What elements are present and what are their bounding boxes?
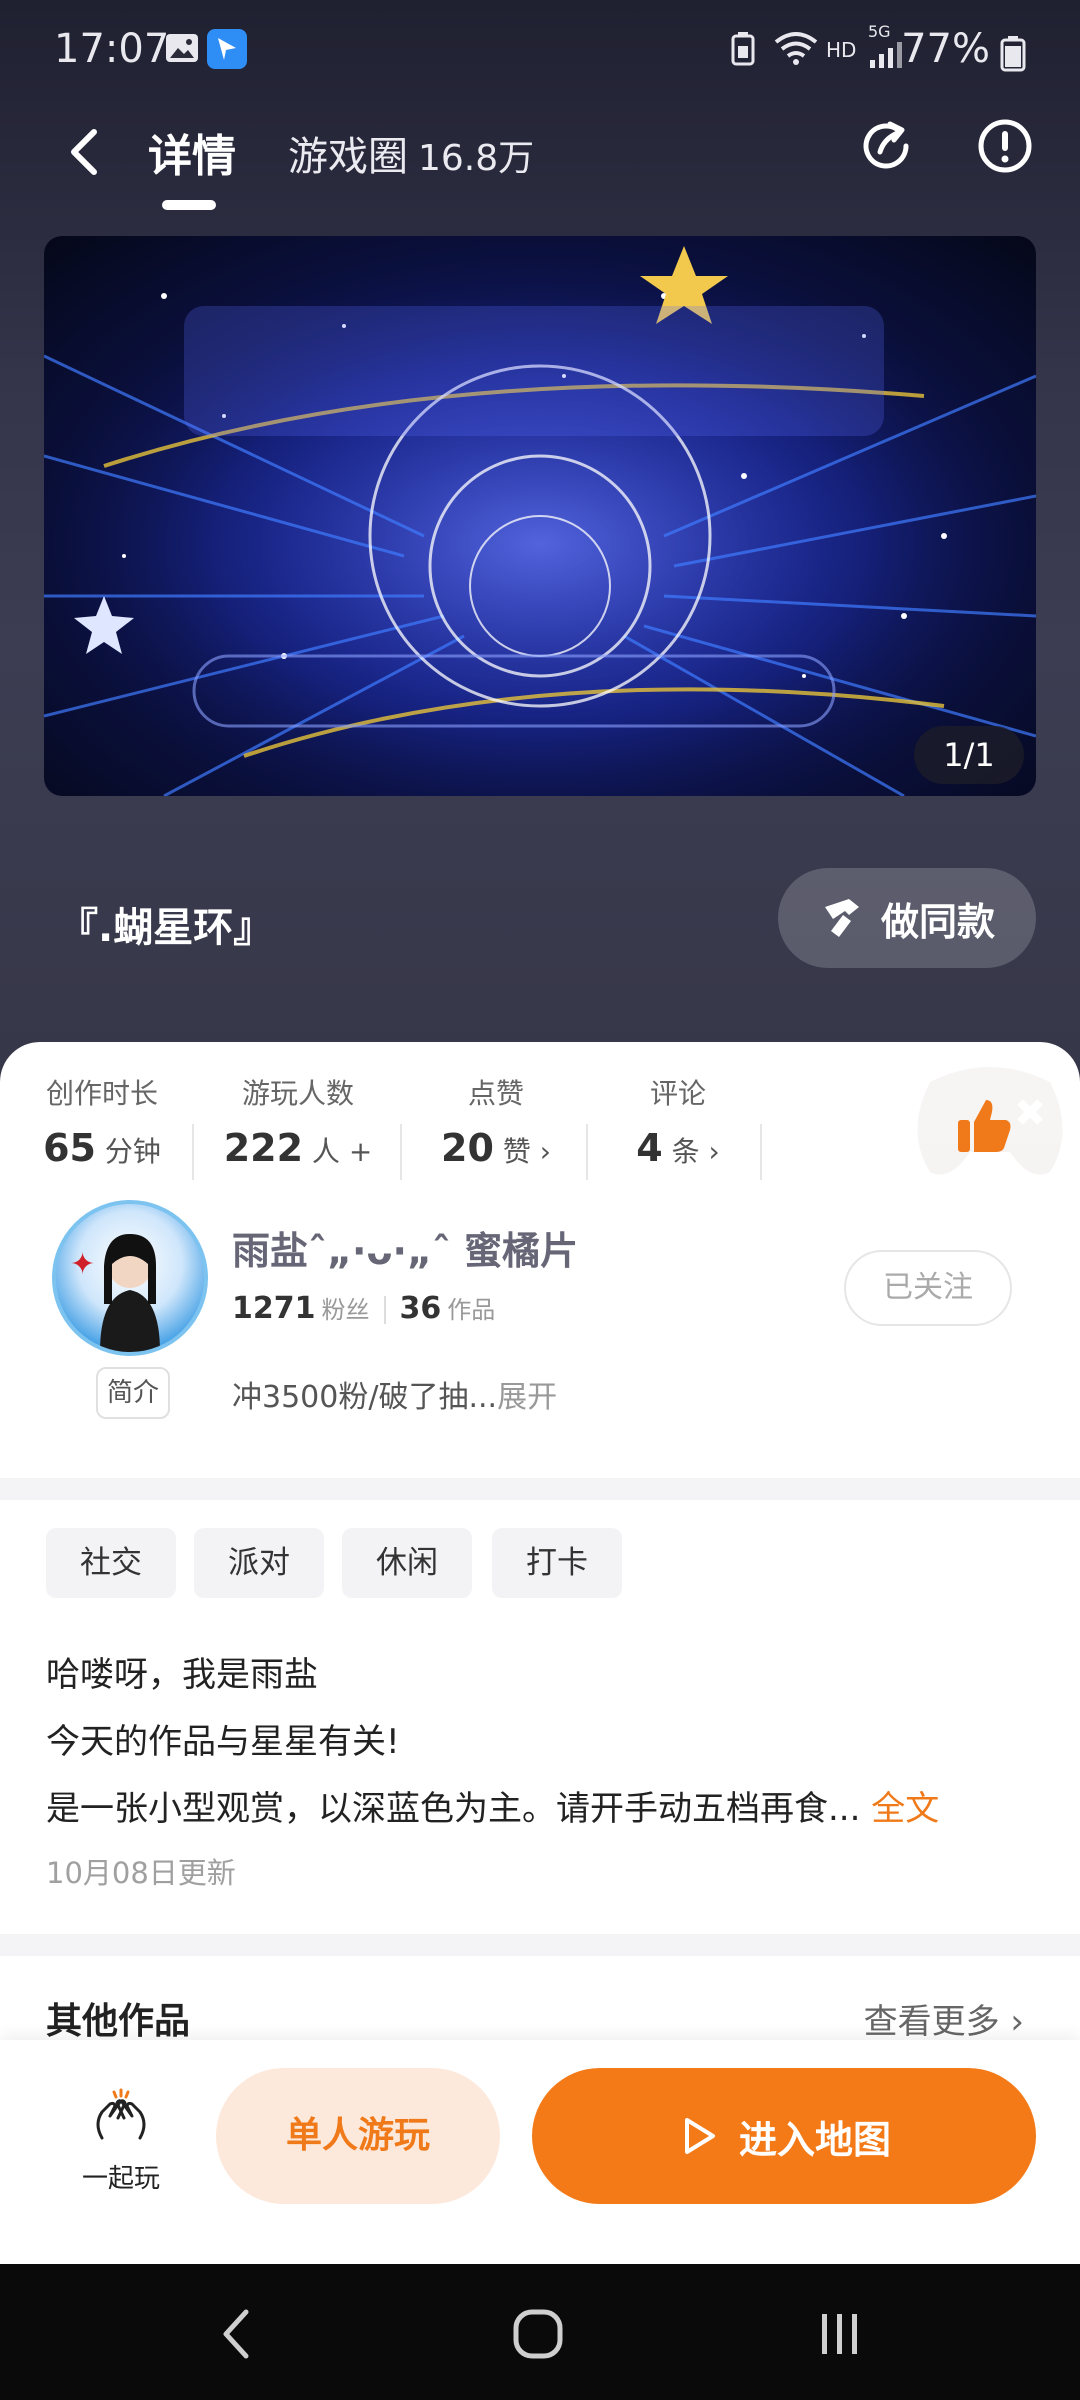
description-line: 今天的作品与星星有关! [46,1722,400,1762]
stats-row: 创作时长 65 分钟 游玩人数 222 人 + 点赞 20 赞 › 评论 4 条… [0,1072,1080,1182]
app-notification-icon [207,29,247,69]
play-together-button[interactable]: 一起玩 [66,2088,176,2195]
tag-item[interactable]: 派对 [194,1528,324,1598]
author-meta: 1271 粉丝 36 作品 [232,1290,495,1326]
stat-value: 4 [636,1126,663,1170]
wifi-icon [774,32,818,65]
stat-label: 点赞 [467,1077,524,1110]
stat-label: 游玩人数 [241,1077,354,1110]
description-line: 哈喽呀，我是雨盐 [46,1655,318,1695]
tab-game-circle[interactable]: 游戏圈 16.8万 [288,124,534,182]
fans-label: 粉丝 [321,1296,370,1324]
tag-item[interactable]: 社交 [46,1528,176,1598]
image-counter: 1/1 [914,726,1024,784]
map-cover-image[interactable]: 1/1 [44,236,1036,796]
system-nav-bar [0,2264,1080,2400]
divider [760,1124,762,1180]
stat-unit: 赞 › [502,1135,551,1168]
status-time: 17:07 [54,26,170,72]
update-date: 10月08日更新 [46,1856,236,1890]
system-back-icon[interactable] [218,2308,254,2360]
clapping-hands-icon [96,2088,146,2140]
stat-unit: 条 › [671,1135,720,1168]
tab-detail[interactable]: 详情 [148,120,236,184]
system-home-icon[interactable] [512,2308,564,2360]
stat-value: 65 [43,1126,96,1170]
author-avatar[interactable]: ✦ [52,1200,208,1356]
stat-value: 222 [223,1126,304,1170]
share-icon[interactable] [858,116,918,176]
map-description: 哈喽呀，我是雨盐 今天的作品与星星有关! 是一张小型观赏，以深蓝色为主。请开手动… [46,1642,1046,1843]
bottom-action-bar: 一起玩 单人游玩 进入地图 [0,2040,1080,2264]
make-same-button[interactable]: 做同款 [778,868,1036,968]
section-divider [0,1478,1080,1500]
author-bio-text: 冲3500粉/破了抽... [232,1380,498,1415]
stat-label: 评论 [649,1077,706,1110]
hd-indicator: HD [826,38,857,62]
stat-unit: 分钟 [104,1135,161,1168]
back-icon[interactable] [56,122,116,182]
stat-creation-time: 创作时长 65 分钟 [2,1072,202,1170]
enter-map-label: 进入地图 [738,2117,891,2162]
network-gen-indicator: 5G [868,22,891,41]
stat-unit: 人 + [311,1135,373,1168]
make-same-label: 做同款 [880,899,995,944]
intro-tag: 简介 [96,1367,170,1419]
tag-item[interactable]: 休闲 [342,1528,472,1598]
tab-game-circle-count: 16.8万 [418,138,535,179]
see-more-link[interactable]: 查看更多 › [864,1994,1024,2043]
play-together-label: 一起玩 [81,2164,160,2194]
works-count: 36 [399,1291,442,1326]
battery-saver-icon [731,32,755,66]
avatar-portrait: ✦ [70,1234,160,1352]
follow-button[interactable]: 已关注 [844,1250,1012,1326]
svg-text:✦: ✦ [70,1247,95,1282]
stat-players: 游玩人数 222 人 + [198,1072,398,1170]
gallery-icon [166,34,198,62]
enter-map-button[interactable]: 进入地图 [532,2068,1036,2204]
divider [192,1124,194,1180]
stat-label: 创作时长 [45,1077,158,1110]
tag-list: 社交 派对 休闲 打卡 [46,1528,1046,1598]
other-works-title: 其他作品 [46,2001,191,2042]
battery-icon [1000,36,1026,72]
map-title: 『.蝴星环』 [58,905,274,951]
thumbs-up-icon[interactable] [952,1094,1016,1158]
solo-play-button[interactable]: 单人游玩 [216,2068,500,2204]
cover-artwork [44,236,1036,796]
status-bar: 17:07 HD 5G 77% [0,0,1080,100]
tab-active-indicator [162,200,216,210]
play-icon [684,2118,715,2154]
stat-comments[interactable]: 评论 4 条 › [578,1072,778,1170]
author-name[interactable]: 雨盐ˆ„·ᴗ·„ˆ 蜜橘片 [232,1220,578,1275]
works-label: 作品 [447,1296,496,1324]
divider [383,1296,386,1324]
author-bio: 冲3500粉/破了抽...展开 [232,1372,557,1416]
stat-likes[interactable]: 点赞 20 赞 › [396,1072,596,1170]
tab-game-circle-label: 游戏圈 [288,134,408,180]
report-icon[interactable] [975,116,1035,176]
description-line: 是一张小型观赏，以深蓝色为主。请开手动五档再食... [46,1789,861,1829]
stat-value: 20 [441,1126,494,1170]
system-recents-icon[interactable] [816,2308,864,2360]
full-text-link[interactable]: 全文 [871,1789,939,1829]
fans-count: 1271 [232,1291,316,1326]
tag-item[interactable]: 打卡 [492,1528,622,1598]
battery-percent: 77% [901,26,990,72]
hammer-icon [824,899,859,937]
top-nav: 详情 游戏圈 16.8万 [0,100,1080,220]
expand-bio-link[interactable]: 展开 [497,1380,557,1415]
section-divider [0,1934,1080,1956]
